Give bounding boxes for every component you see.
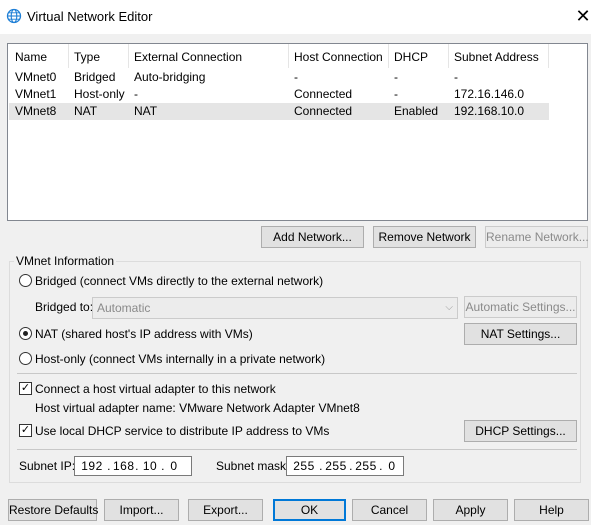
cell-type: Host-only: [74, 87, 125, 101]
adapter-name-text: Host virtual adapter name: VMware Networ…: [35, 401, 360, 415]
dhcp-settings-button[interactable]: DHCP Settings...: [464, 420, 577, 442]
ip-octet[interactable]: 192: [79, 457, 105, 475]
apply-button[interactable]: Apply: [433, 499, 508, 521]
column-header-host-connection[interactable]: Host Connection: [294, 50, 383, 64]
column-divider[interactable]: [128, 44, 129, 68]
bridged-to-value: Automatic: [97, 301, 151, 315]
globe-icon: [6, 8, 22, 24]
cell-type: NAT: [74, 104, 98, 118]
cell-host-connection: Connected: [294, 87, 353, 101]
group-title: VMnet Information: [14, 254, 117, 268]
column-header-subnet-address[interactable]: Subnet Address: [454, 50, 539, 64]
subnet-mask-label: Subnet mask:: [216, 459, 290, 473]
cell-dhcp: -: [394, 70, 398, 84]
radio-selected-dot: [23, 331, 28, 336]
cell-host-connection: -: [294, 70, 298, 84]
checkmark-icon: ✓: [20, 424, 31, 436]
cell-host-connection: Connected: [294, 104, 353, 118]
connect-adapter-checkbox[interactable]: ✓: [19, 382, 32, 395]
cell-name: VMnet0: [15, 70, 57, 84]
column-divider[interactable]: [68, 44, 69, 68]
mask-octet[interactable]: 255: [325, 457, 347, 475]
rename-network-button[interactable]: Rename Network...: [485, 226, 589, 248]
chevron-down-icon: ⌵: [445, 302, 453, 313]
table-row[interactable]: VMnet1 Host-only - Connected - 172.16.14…: [9, 86, 549, 103]
cell-subnet-address: -: [454, 70, 458, 84]
subnet-ip-label: Subnet IP:: [19, 459, 76, 473]
cell-subnet-address: 192.168.10.0: [454, 104, 525, 118]
remove-network-button[interactable]: Remove Network: [373, 226, 476, 248]
column-divider[interactable]: [448, 44, 449, 68]
column-header-dhcp[interactable]: DHCP: [394, 50, 428, 64]
cancel-button[interactable]: Cancel: [352, 499, 427, 521]
cell-external-connection: Auto-bridging: [134, 70, 206, 84]
table-row-selected[interactable]: VMnet8 NAT NAT Connected Enabled 192.168…: [9, 103, 549, 120]
ip-octet[interactable]: 0: [167, 457, 181, 475]
close-icon[interactable]: ✕: [572, 5, 591, 27]
cell-name: VMnet1: [15, 87, 57, 101]
column-divider[interactable]: [288, 44, 289, 68]
column-header-name[interactable]: Name: [15, 50, 47, 64]
help-button[interactable]: Help: [514, 499, 589, 521]
cell-external-connection: -: [134, 87, 138, 101]
cell-dhcp: Enabled: [394, 104, 439, 118]
bridged-label[interactable]: Bridged (connect VMs directly to the ext…: [35, 274, 323, 288]
export-button[interactable]: Export...: [188, 499, 263, 521]
separator: [17, 449, 577, 450]
import-button[interactable]: Import...: [104, 499, 179, 521]
restore-defaults-button[interactable]: Restore Defaults: [8, 499, 98, 521]
automatic-settings-button[interactable]: Automatic Settings...: [464, 296, 577, 318]
host-only-label[interactable]: Host-only (connect VMs internally in a p…: [35, 352, 325, 366]
dhcp-label[interactable]: Use local DHCP service to distribute IP …: [35, 424, 329, 438]
column-divider[interactable]: [388, 44, 389, 68]
dhcp-checkbox[interactable]: ✓: [19, 424, 32, 437]
nat-label[interactable]: NAT (shared host's IP address with VMs): [35, 327, 253, 341]
column-header-external-connection[interactable]: External Connection: [134, 50, 242, 64]
column-divider[interactable]: [548, 44, 549, 68]
bridged-to-dropdown[interactable]: Automatic ⌵: [92, 297, 458, 319]
bridged-radio[interactable]: [19, 274, 32, 287]
column-header-type[interactable]: Type: [74, 50, 100, 64]
network-table[interactable]: Name Type External Connection Host Conne…: [7, 43, 588, 221]
cell-dhcp: -: [394, 87, 398, 101]
connect-adapter-label[interactable]: Connect a host virtual adapter to this n…: [35, 382, 276, 396]
nat-radio[interactable]: [19, 327, 32, 340]
host-only-radio[interactable]: [19, 352, 32, 365]
title-bar: Virtual Network Editor ✕: [0, 0, 591, 34]
ip-octet[interactable]: 10: [141, 457, 159, 475]
cell-type: Bridged: [74, 70, 116, 84]
mask-octet[interactable]: 255: [355, 457, 377, 475]
ip-octet[interactable]: 168: [113, 457, 134, 475]
bridged-to-label: Bridged to:: [35, 300, 94, 314]
subnet-mask-field[interactable]: 255. 255. 255. 0: [286, 456, 404, 476]
mask-octet[interactable]: 255: [291, 457, 317, 475]
add-network-button[interactable]: Add Network...: [261, 226, 364, 248]
ok-button[interactable]: OK: [273, 499, 346, 521]
subnet-ip-field[interactable]: 192. 168. 10. 0: [74, 456, 192, 476]
window-title: Virtual Network Editor: [27, 9, 153, 24]
cell-name: VMnet8: [15, 104, 57, 118]
checkmark-icon: ✓: [20, 382, 31, 394]
separator: [17, 373, 577, 374]
mask-octet[interactable]: 0: [385, 457, 399, 475]
nat-settings-button[interactable]: NAT Settings...: [464, 323, 577, 345]
table-row[interactable]: VMnet0 Bridged Auto-bridging - - -: [9, 69, 549, 86]
cell-subnet-address: 172.16.146.0: [454, 87, 525, 101]
cell-external-connection: NAT: [134, 104, 158, 118]
